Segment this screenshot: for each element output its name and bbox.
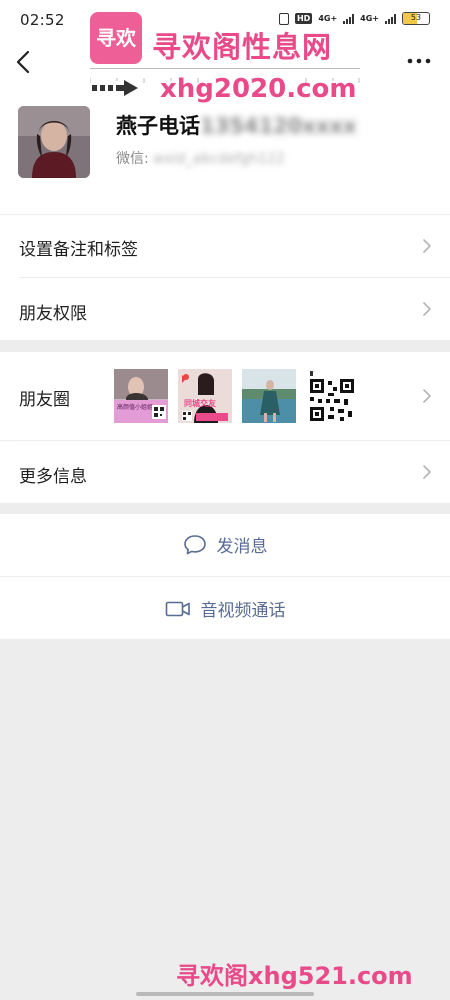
send-message-label: 发消息	[216, 537, 268, 557]
row-friend-permissions-label: 朋友权限	[19, 304, 87, 324]
signal-icon-2	[385, 13, 396, 24]
row-remark-tags[interactable]: 设置备注和标签	[0, 215, 450, 277]
vibrate-icon	[278, 12, 289, 25]
back-button[interactable]	[12, 48, 36, 76]
watermark-site-url: xhg2020.com	[160, 74, 357, 104]
watermark-logo-text: 寻欢	[96, 26, 136, 50]
wechat-id-obscured: wxid_abcdefgh122	[153, 151, 285, 167]
moments-image-1: 高颜值小姐姐	[114, 369, 168, 423]
more-button[interactable]	[406, 52, 432, 70]
avatar[interactable]	[18, 106, 90, 178]
send-message-content: 发消息	[0, 532, 450, 557]
av-call-button[interactable]: 音视频通话	[0, 577, 450, 639]
network-label-2: 4G+	[360, 13, 379, 23]
avatar-image	[18, 106, 90, 178]
watermark-bottom-text: 寻欢阁xhg521.com	[176, 962, 413, 990]
row-more-info[interactable]: 更多信息	[0, 441, 450, 503]
chevron-right-icon	[423, 302, 431, 316]
watermark-arrow-icon	[92, 80, 140, 96]
row-moments-label: 朋友圈	[19, 390, 70, 410]
signal-icon-1	[343, 13, 355, 24]
moments-thumb-2: 同城交友	[178, 369, 232, 423]
chevron-right-icon	[423, 465, 431, 479]
row-remark-tags-label: 设置备注和标签	[19, 240, 138, 260]
wechat-id-prefix: 微信	[116, 151, 144, 167]
row-more-info-label: 更多信息	[19, 467, 87, 487]
thumb1-text: 高颜值小姐姐	[117, 403, 153, 411]
video-camera-icon	[165, 601, 190, 616]
thumb2-text: 同城交友	[184, 398, 216, 408]
profile-name-obscured: 1354120xxxx	[200, 114, 357, 138]
row-friend-permissions[interactable]: 朋友权限	[0, 278, 450, 340]
send-message-button[interactable]: 发消息	[0, 514, 450, 576]
watermark-logo: 寻欢	[90, 12, 142, 64]
moments-image-3	[242, 369, 296, 423]
moments-image-2: 同城交友	[178, 369, 232, 423]
chevron-left-icon	[16, 50, 30, 74]
home-indicator[interactable]	[136, 992, 314, 996]
watermark-site-title: 寻欢阁性息网	[152, 30, 333, 64]
status-time: 02:52	[20, 11, 65, 29]
network-label-1: 4G+	[318, 13, 338, 23]
av-call-content: 音视频通话	[0, 596, 450, 621]
moments-thumb-4	[306, 369, 360, 423]
battery-level: 53	[410, 13, 422, 22]
moments-thumb-1: 高颜值小姐姐	[114, 369, 168, 423]
chat-bubble-icon	[183, 534, 206, 554]
av-call-label: 音视频通话	[200, 601, 286, 621]
profile-name: 燕子电话1354120xxxx	[116, 110, 356, 140]
more-dots-icon	[407, 58, 431, 64]
battery-icon: 53	[402, 12, 430, 25]
chevron-right-icon	[423, 239, 431, 253]
moments-thumb-3	[242, 369, 296, 423]
chevron-right-icon	[423, 389, 431, 403]
profile-name-visible: 燕子电话	[116, 114, 200, 138]
moments-qr-image	[306, 369, 360, 423]
hd-badge: HD	[294, 13, 313, 24]
profile-wechat-id: 微信: wxid_abcdefgh122	[116, 151, 285, 167]
